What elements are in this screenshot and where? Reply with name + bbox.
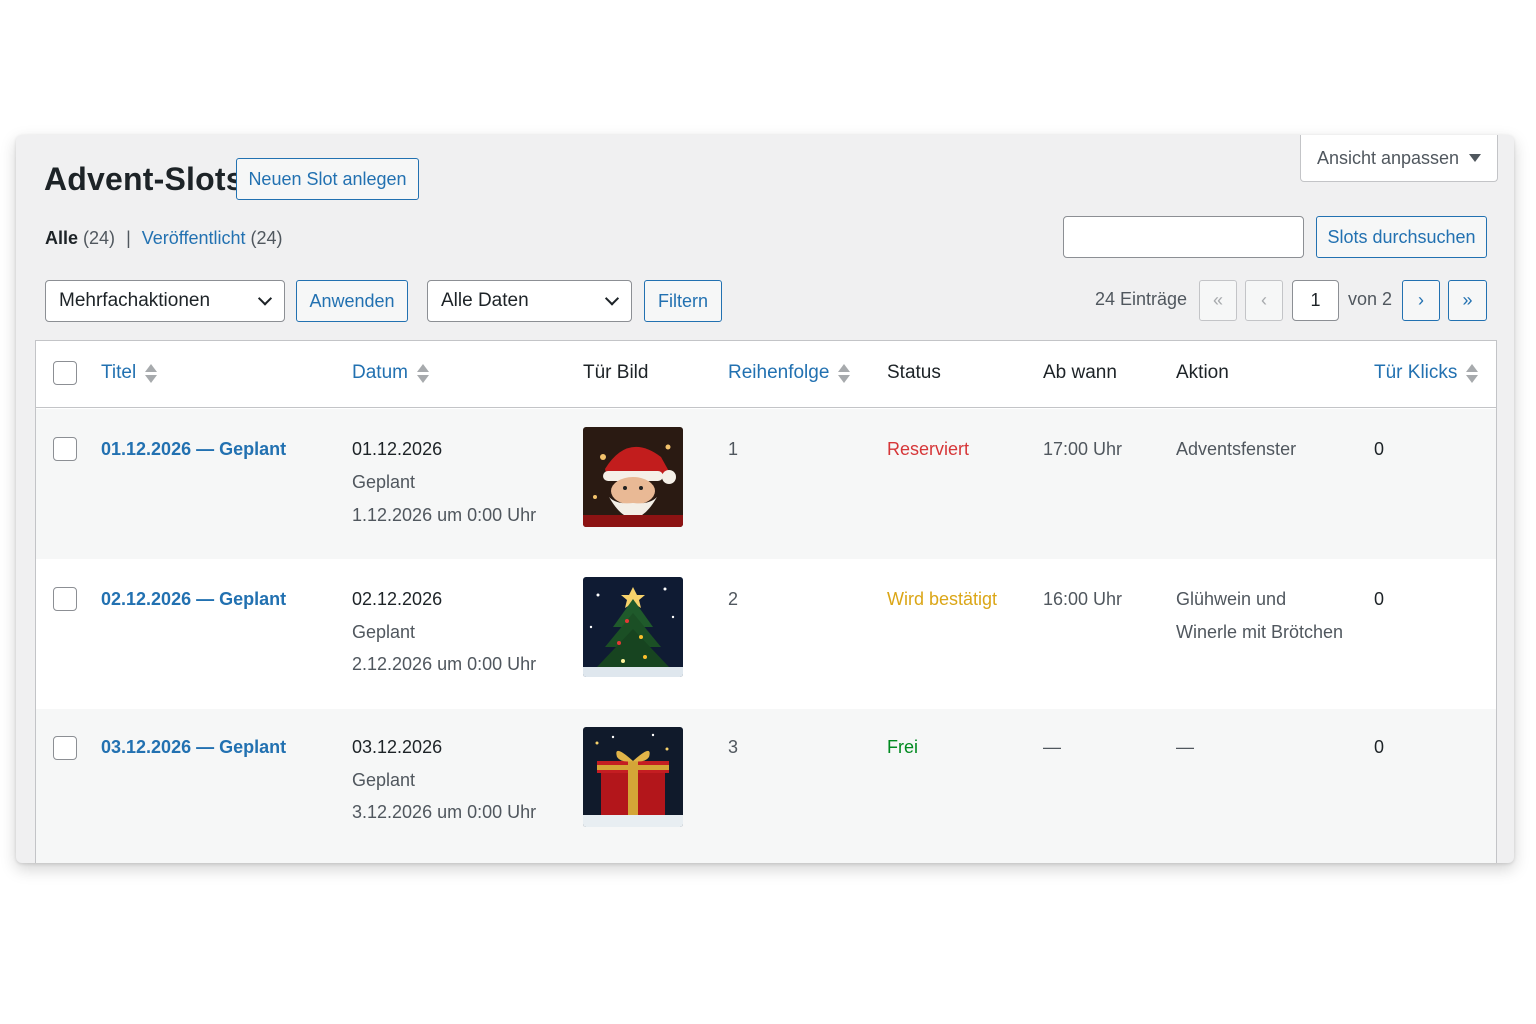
first-page-button[interactable]: « — [1199, 280, 1237, 321]
row-title-link[interactable]: 02.12.2026 — Geplant — [101, 583, 286, 616]
table-row: 01.12.2026 — Geplant 01.12.2026 Geplant … — [36, 409, 1496, 559]
gift-box-image — [583, 727, 683, 827]
view-all-link[interactable]: Alle — [45, 228, 78, 248]
row-from: — — [1043, 737, 1061, 757]
chevron-down-icon — [604, 291, 620, 306]
column-title[interactable]: Titel — [101, 361, 158, 385]
view-published-link[interactable]: Veröffentlicht — [142, 228, 246, 248]
current-page-input[interactable]: 1 — [1292, 280, 1339, 321]
row-order: 3 — [728, 737, 739, 757]
screen-options-label: Ansicht anpassen — [1316, 147, 1460, 168]
column-order[interactable]: Reihenfolge — [728, 361, 851, 385]
slots-table: Titel Datum Tür Bild Reihenfolge Status … — [35, 340, 1497, 863]
christmas-tree-image — [583, 577, 683, 677]
column-clicks-label: Tür Klicks — [1374, 362, 1458, 383]
row-order: 2 — [728, 589, 739, 609]
row-checkbox[interactable] — [53, 437, 77, 461]
row-date: 03.12.2026 — [352, 737, 443, 757]
row-action: — — [1176, 737, 1194, 757]
date-filter-select[interactable]: Alle Daten — [427, 280, 632, 322]
row-from: 16:00 Uhr — [1043, 589, 1123, 609]
row-status: Frei — [887, 737, 918, 757]
column-order-label: Reihenfolge — [728, 362, 830, 383]
item-count: 24 Einträge — [1095, 289, 1188, 309]
row-clicks: 0 — [1374, 737, 1385, 757]
sort-icon — [838, 363, 851, 383]
column-action: Aktion — [1176, 362, 1229, 383]
total-pages: von 2 — [1348, 289, 1393, 309]
column-date-label: Datum — [352, 362, 408, 383]
last-page-button[interactable]: » — [1448, 280, 1487, 321]
chevron-down-icon — [257, 291, 273, 306]
row-order: 1 — [728, 439, 739, 459]
row-state: Geplant — [352, 472, 416, 492]
screen-options-button[interactable]: Ansicht anpassen — [1300, 135, 1498, 182]
row-clicks: 0 — [1374, 439, 1385, 459]
view-all-count: (24) — [83, 228, 116, 248]
row-action: Adventsfenster — [1176, 439, 1297, 459]
sort-icon — [145, 363, 158, 383]
row-date: 02.12.2026 — [352, 589, 443, 609]
bulk-actions-select[interactable]: Mehrfachaktionen — [45, 280, 285, 322]
triangle-down-icon — [1469, 154, 1482, 162]
row-title-link[interactable]: 01.12.2026 — Geplant — [101, 433, 286, 466]
row-action: Glühwein und — [1176, 589, 1287, 609]
column-status: Status — [887, 362, 941, 383]
prev-page-button[interactable]: ‹ — [1245, 280, 1283, 321]
search-input[interactable] — [1063, 216, 1304, 258]
sort-icon — [1466, 363, 1479, 383]
sort-icon — [416, 363, 429, 383]
row-status: Reserviert — [887, 439, 970, 459]
add-new-slot-button[interactable]: Neuen Slot anlegen — [236, 158, 419, 200]
column-clicks[interactable]: Tür Klicks — [1374, 361, 1479, 385]
view-published-count: (24) — [250, 228, 283, 248]
row-scheduled: 1.12.2026 um 0:00 Uhr — [352, 505, 537, 525]
column-title-label: Titel — [101, 362, 137, 383]
table-row: 03.12.2026 — Geplant 03.12.2026 Geplant … — [36, 709, 1496, 863]
row-clicks: 0 — [1374, 589, 1385, 609]
column-from: Ab wann — [1043, 362, 1117, 383]
search-slots-button[interactable]: Slots durchsuchen — [1316, 216, 1487, 258]
view-separator: | — [126, 228, 131, 248]
table-row: 02.12.2026 — Geplant 02.12.2026 Geplant … — [36, 559, 1496, 709]
row-from: 17:00 Uhr — [1043, 439, 1123, 459]
row-title-link[interactable]: 03.12.2026 — Geplant — [101, 731, 286, 764]
column-date[interactable]: Datum — [352, 361, 429, 385]
filter-button[interactable]: Filtern — [644, 280, 722, 322]
row-scheduled: 2.12.2026 um 0:00 Uhr — [352, 654, 537, 674]
row-checkbox[interactable] — [53, 736, 77, 760]
row-action-line2: Winerle mit Brötchen — [1176, 622, 1344, 642]
page-title: Advent-Slots — [44, 161, 244, 197]
column-image: Tür Bild — [583, 362, 649, 383]
row-date: 01.12.2026 — [352, 439, 443, 459]
row-scheduled: 3.12.2026 um 0:00 Uhr — [352, 802, 537, 822]
row-state: Geplant — [352, 770, 416, 790]
date-filter-value: Alle Daten — [441, 290, 529, 311]
santa-claus-image — [583, 427, 683, 527]
admin-panel: Ansicht anpassen Advent-Slots Neuen Slot… — [16, 135, 1514, 863]
row-state: Geplant — [352, 622, 416, 642]
view-filters: Alle (24) | Veröffentlicht (24) — [45, 225, 283, 251]
apply-button[interactable]: Anwenden — [296, 280, 408, 322]
row-checkbox[interactable] — [53, 587, 77, 611]
bulk-actions-value: Mehrfachaktionen — [59, 290, 211, 311]
table-header: Titel Datum Tür Bild Reihenfolge Status … — [36, 341, 1496, 408]
next-page-button[interactable]: › — [1402, 280, 1440, 321]
select-all-checkbox[interactable] — [53, 361, 77, 385]
row-status: Wird bestätigt — [887, 589, 998, 609]
